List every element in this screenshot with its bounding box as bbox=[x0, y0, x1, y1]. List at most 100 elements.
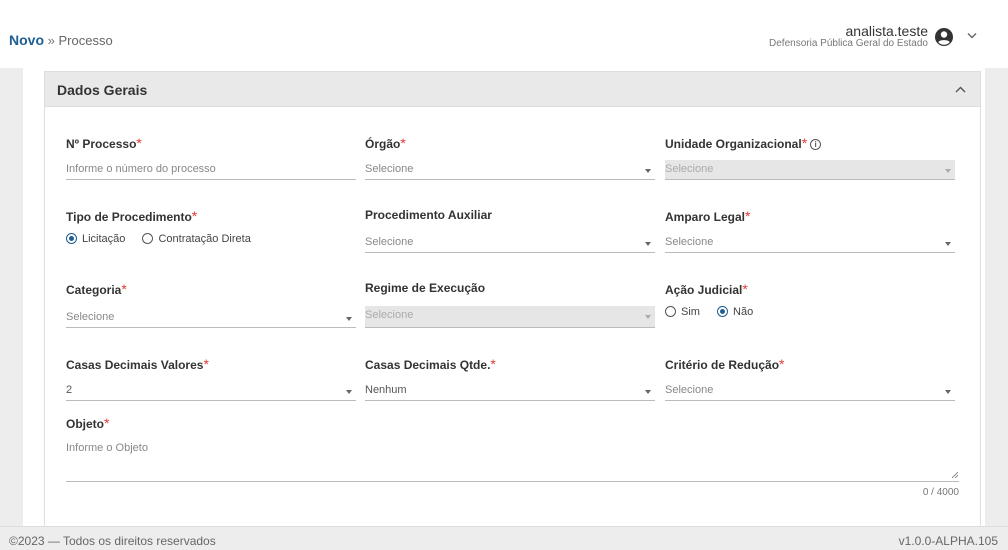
dropdown-caret-icon bbox=[945, 169, 951, 173]
casas-valores-field: Casas Decimais Valores* 2 bbox=[66, 356, 356, 401]
required-mark: * bbox=[203, 356, 209, 372]
casas-valores-label: Casas Decimais Valores bbox=[66, 358, 204, 372]
amparo-legal-value: Selecione bbox=[665, 236, 714, 248]
radio-licitacao[interactable]: Licitação bbox=[66, 233, 125, 245]
objeto-field: Objeto* Informe o Objeto 0 / 4000 bbox=[66, 415, 959, 498]
required-mark: * bbox=[779, 356, 785, 372]
procedimento-auxiliar-label: Procedimento Auxiliar bbox=[365, 208, 492, 222]
regime-execucao-label: Regime de Execução bbox=[365, 281, 486, 295]
casas-qtde-value: Nenhum bbox=[365, 384, 407, 396]
footer-version: v1.0.0-ALPHA.105 bbox=[898, 534, 998, 548]
radio-licitacao-label: Licitação bbox=[82, 233, 126, 245]
user-info[interactable]: analista.teste Defensoria Pública Geral … bbox=[769, 24, 928, 49]
required-mark: * bbox=[801, 135, 808, 151]
radio-contratacao-label: Contratação Direta bbox=[158, 233, 251, 245]
acao-judicial-radios: Sim Não bbox=[665, 306, 767, 318]
radio-nao-label: Não bbox=[733, 306, 754, 318]
unidade-label: Unidade Organizacional bbox=[665, 137, 802, 151]
required-mark: * bbox=[745, 208, 751, 224]
unidade-value: Selecione bbox=[665, 163, 714, 175]
footer: ©2023 — Todos os direitos reservados v1.… bbox=[0, 526, 1008, 550]
required-mark: * bbox=[191, 208, 198, 224]
criterio-reducao-field: Critério de Redução* Selecione bbox=[665, 356, 955, 401]
categoria-field: Categoria* Selecione bbox=[66, 281, 356, 328]
objeto-label: Objeto bbox=[66, 417, 104, 431]
criterio-reducao-select[interactable]: Selecione bbox=[665, 381, 955, 401]
amparo-legal-label: Amparo Legal bbox=[665, 210, 746, 224]
orgao-value: Selecione bbox=[365, 163, 414, 175]
dropdown-caret-icon bbox=[346, 317, 352, 321]
tipo-procedimento-label: Tipo de Procedimento bbox=[66, 210, 192, 224]
radio-contratacao-direta[interactable]: Contratação Direta bbox=[142, 233, 251, 245]
chevron-down-icon[interactable] bbox=[967, 32, 977, 39]
criterio-reducao-label: Critério de Redução bbox=[665, 358, 780, 372]
acao-judicial-field: Ação Judicial* Sim Não bbox=[665, 281, 955, 318]
dropdown-caret-icon bbox=[945, 390, 951, 394]
numero-processo-input[interactable]: Informe o número do processo bbox=[66, 160, 356, 180]
main-content: Dados Gerais Nº Processo* Informe o núme… bbox=[23, 68, 985, 526]
radio-nao[interactable]: Não bbox=[717, 306, 753, 318]
user-name: analista.teste bbox=[845, 23, 929, 39]
dropdown-caret-icon bbox=[346, 390, 352, 394]
numero-processo-label: Nº Processo bbox=[66, 137, 137, 151]
dropdown-caret-icon bbox=[645, 242, 651, 246]
orgao-field: Órgão* Selecione bbox=[365, 135, 655, 180]
breadcrumb: Novo » Processo bbox=[9, 32, 113, 48]
objeto-textarea[interactable]: Informe o Objeto bbox=[66, 442, 959, 482]
casas-qtde-label: Casas Decimais Qtde. bbox=[365, 358, 491, 372]
orgao-select[interactable]: Selecione bbox=[365, 160, 655, 180]
numero-processo-field: Nº Processo* Informe o número do process… bbox=[66, 135, 356, 180]
acao-judicial-label: Ação Judicial bbox=[665, 283, 743, 297]
required-mark: * bbox=[490, 356, 496, 372]
footer-copyright: ©2023 — Todos os direitos reservados bbox=[9, 534, 216, 548]
required-mark: * bbox=[136, 135, 142, 151]
procedimento-auxiliar-value: Selecione bbox=[365, 236, 414, 248]
dropdown-caret-icon bbox=[645, 315, 651, 319]
procedimento-auxiliar-field: Procedimento Auxiliar Selecione bbox=[365, 208, 655, 253]
radio-sim-label: Sim bbox=[681, 306, 700, 318]
casas-valores-select[interactable]: 2 bbox=[66, 381, 356, 401]
radio-unselected-icon bbox=[142, 233, 154, 244]
chevron-up-icon[interactable] bbox=[955, 86, 966, 93]
regime-execucao-value: Selecione bbox=[365, 309, 414, 321]
required-mark: * bbox=[400, 135, 406, 151]
regime-execucao-field: Regime de Execução Selecione bbox=[365, 281, 655, 328]
numero-processo-placeholder: Informe o número do processo bbox=[66, 163, 216, 175]
amparo-legal-select[interactable]: Selecione bbox=[665, 233, 955, 253]
casas-qtde-field: Casas Decimais Qtde.* Nenhum bbox=[365, 356, 655, 401]
user-org: Defensoria Pública Geral do Estado bbox=[769, 38, 928, 49]
tipo-procedimento-field: Tipo de Procedimento* Licitação Contrata… bbox=[66, 208, 356, 245]
panel-header[interactable]: Dados Gerais bbox=[45, 72, 980, 107]
dados-gerais-panel: Dados Gerais Nº Processo* Informe o núme… bbox=[44, 71, 981, 526]
orgao-label: Órgão bbox=[365, 137, 401, 151]
user-circle-icon[interactable] bbox=[934, 27, 954, 47]
unidade-field: Unidade Organizacional* i Selecione bbox=[665, 135, 955, 180]
top-bar: Novo » Processo analista.teste Defensori… bbox=[0, 0, 1008, 68]
categoria-value: Selecione bbox=[66, 311, 115, 323]
dropdown-caret-icon bbox=[645, 169, 651, 173]
regime-execucao-select: Selecione bbox=[365, 306, 655, 328]
breadcrumb-current: Processo bbox=[58, 33, 113, 48]
casas-qtde-select[interactable]: Nenhum bbox=[365, 381, 655, 401]
radio-selected-icon bbox=[66, 233, 77, 244]
radio-sim[interactable]: Sim bbox=[665, 306, 700, 318]
radio-unselected-icon bbox=[665, 306, 676, 317]
resize-handle-icon[interactable] bbox=[952, 472, 958, 478]
panel-title: Dados Gerais bbox=[57, 82, 148, 98]
tipo-procedimento-radios: Licitação Contratação Direta bbox=[66, 233, 265, 245]
info-icon[interactable]: i bbox=[810, 139, 822, 150]
categoria-select[interactable]: Selecione bbox=[66, 308, 356, 328]
categoria-label: Categoria bbox=[66, 283, 122, 297]
required-mark: * bbox=[121, 281, 127, 297]
objeto-char-counter: 0 / 4000 bbox=[922, 487, 959, 498]
criterio-reducao-value: Selecione bbox=[665, 384, 714, 396]
dropdown-caret-icon bbox=[645, 390, 651, 394]
procedimento-auxiliar-select[interactable]: Selecione bbox=[365, 233, 655, 253]
required-mark: * bbox=[104, 415, 110, 431]
casas-valores-value: 2 bbox=[66, 384, 73, 396]
dropdown-caret-icon bbox=[945, 242, 951, 246]
breadcrumb-separator: » bbox=[47, 33, 55, 48]
unidade-select: Selecione bbox=[665, 160, 955, 180]
breadcrumb-home-link[interactable]: Novo bbox=[9, 32, 44, 48]
amparo-legal-field: Amparo Legal* Selecione bbox=[665, 208, 955, 253]
